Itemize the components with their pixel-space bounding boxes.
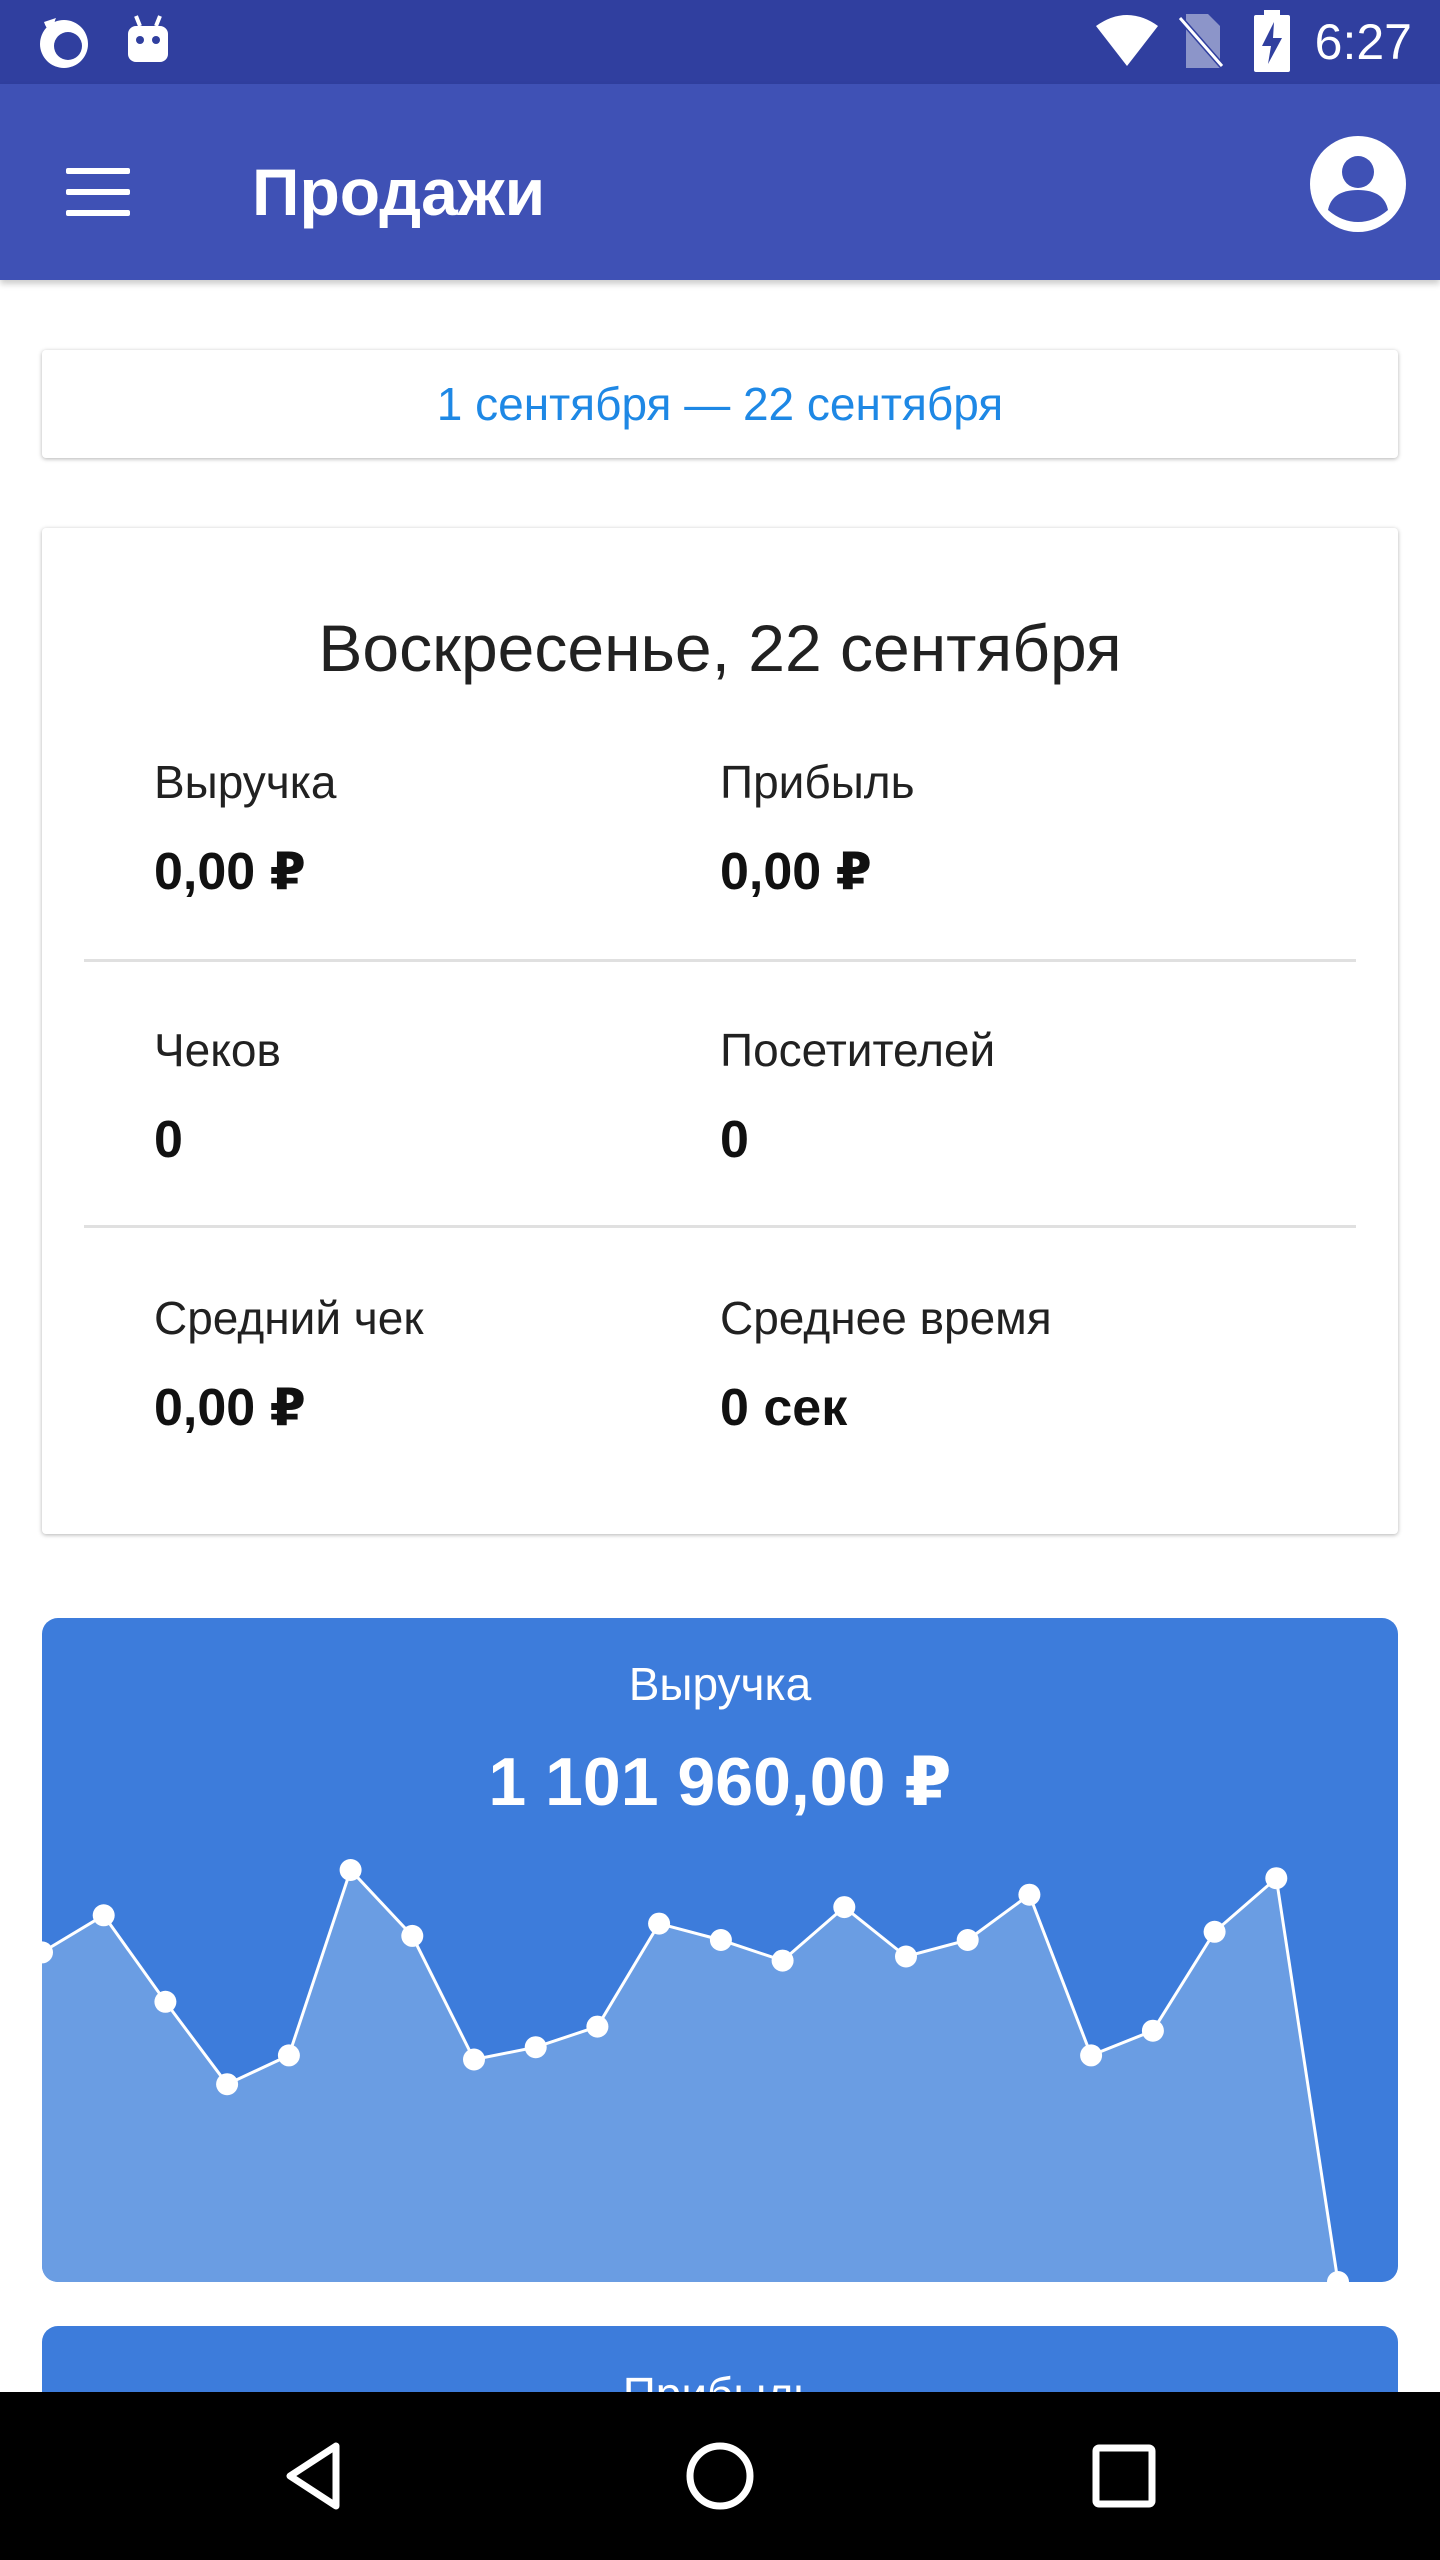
stat-value: 0,00 ₽ [154,843,306,901]
date-range-label: 1 сентября — 22 сентября [436,378,1004,430]
stat-receipts: Чеков 0 [154,1022,281,1172]
wifi-icon [1096,15,1158,66]
status-bar: 6:27 [0,0,1440,84]
chart-point [1018,1883,1041,1906]
chart-point [1203,1920,1226,1943]
revenue-chart-label: Выручка [628,1658,812,1710]
chart-point [833,1896,856,1919]
chart-point [154,1990,177,2013]
chart-point [1080,2044,1103,2067]
stat-label: Чеков [154,1024,281,1076]
chart-point [339,1859,362,1881]
stat-visitors: Посетителей 0 [720,1022,995,1172]
stat-label: Среднее время [720,1292,1052,1344]
divider [84,1225,1356,1228]
chart-point [463,2048,485,2071]
chart-point [771,1949,794,1972]
battery-charging-icon [1254,10,1290,72]
chart-point [648,1912,671,1935]
stat-value: 0 сек [720,1379,848,1437]
day-summary-card: Воскресенье, 22 сентября Выручка 0,00 ₽ … [42,528,1398,1534]
stat-profit: Прибыль 0,00 ₽ [720,754,915,904]
stat-value: 0 [154,1111,183,1169]
menu-button[interactable] [50,144,146,240]
chart-point [895,1945,917,1968]
stat-average-check: Средний чек 0,00 ₽ [154,1290,423,1440]
stat-average-time: Среднее время 0 сек [720,1290,1052,1440]
chart-point [1141,2019,1164,2042]
stat-revenue: Выручка 0,00 ₽ [154,754,337,904]
navigation-bar [0,2392,1440,2560]
chart-point [524,2036,547,2059]
firefox-icon [40,18,88,68]
divider [84,959,1356,962]
day-summary-title: Воскресенье, 22 сентября [318,611,1122,685]
page-title: Продажи [252,155,546,229]
chart-point [1265,1867,1288,1890]
stat-value: 0 [720,1111,749,1169]
stat-label: Прибыль [720,756,915,808]
menu-icon-line [66,189,130,195]
stat-label: Выручка [154,756,337,808]
menu-icon-line [66,210,130,216]
stat-value: 0,00 ₽ [720,843,872,901]
revenue-chart-total: 1 101 960,00 ₽ [488,1744,952,1820]
chart-point [216,2073,239,2096]
chart-point [401,1924,424,1947]
stat-value: 0,00 ₽ [154,1379,306,1437]
revenue-chart-card[interactable]: Выручка 1 101 960,00 ₽ [42,1618,1398,2282]
chart-point [586,2015,609,2038]
date-range-button[interactable]: 1 сентября — 22 сентября [42,350,1398,458]
chart-point [92,1904,115,1927]
chart-point [277,2044,300,2067]
chart-point [709,1929,732,1951]
stat-label: Посетителей [720,1024,996,1076]
recents-icon[interactable] [1074,2426,1174,2526]
chart-point [956,1929,979,1951]
clock: 6:27 [1314,14,1412,70]
menu-icon [66,168,130,174]
no-sim-icon [1178,14,1224,68]
account-circle-icon[interactable] [1306,132,1410,236]
stat-label: Средний чек [154,1292,424,1344]
revenue-chart [42,1859,1349,2282]
android-icon [128,15,168,62]
app-bar: Продажи [0,84,1440,280]
home-icon[interactable] [670,2426,770,2526]
back-icon[interactable] [266,2426,366,2526]
